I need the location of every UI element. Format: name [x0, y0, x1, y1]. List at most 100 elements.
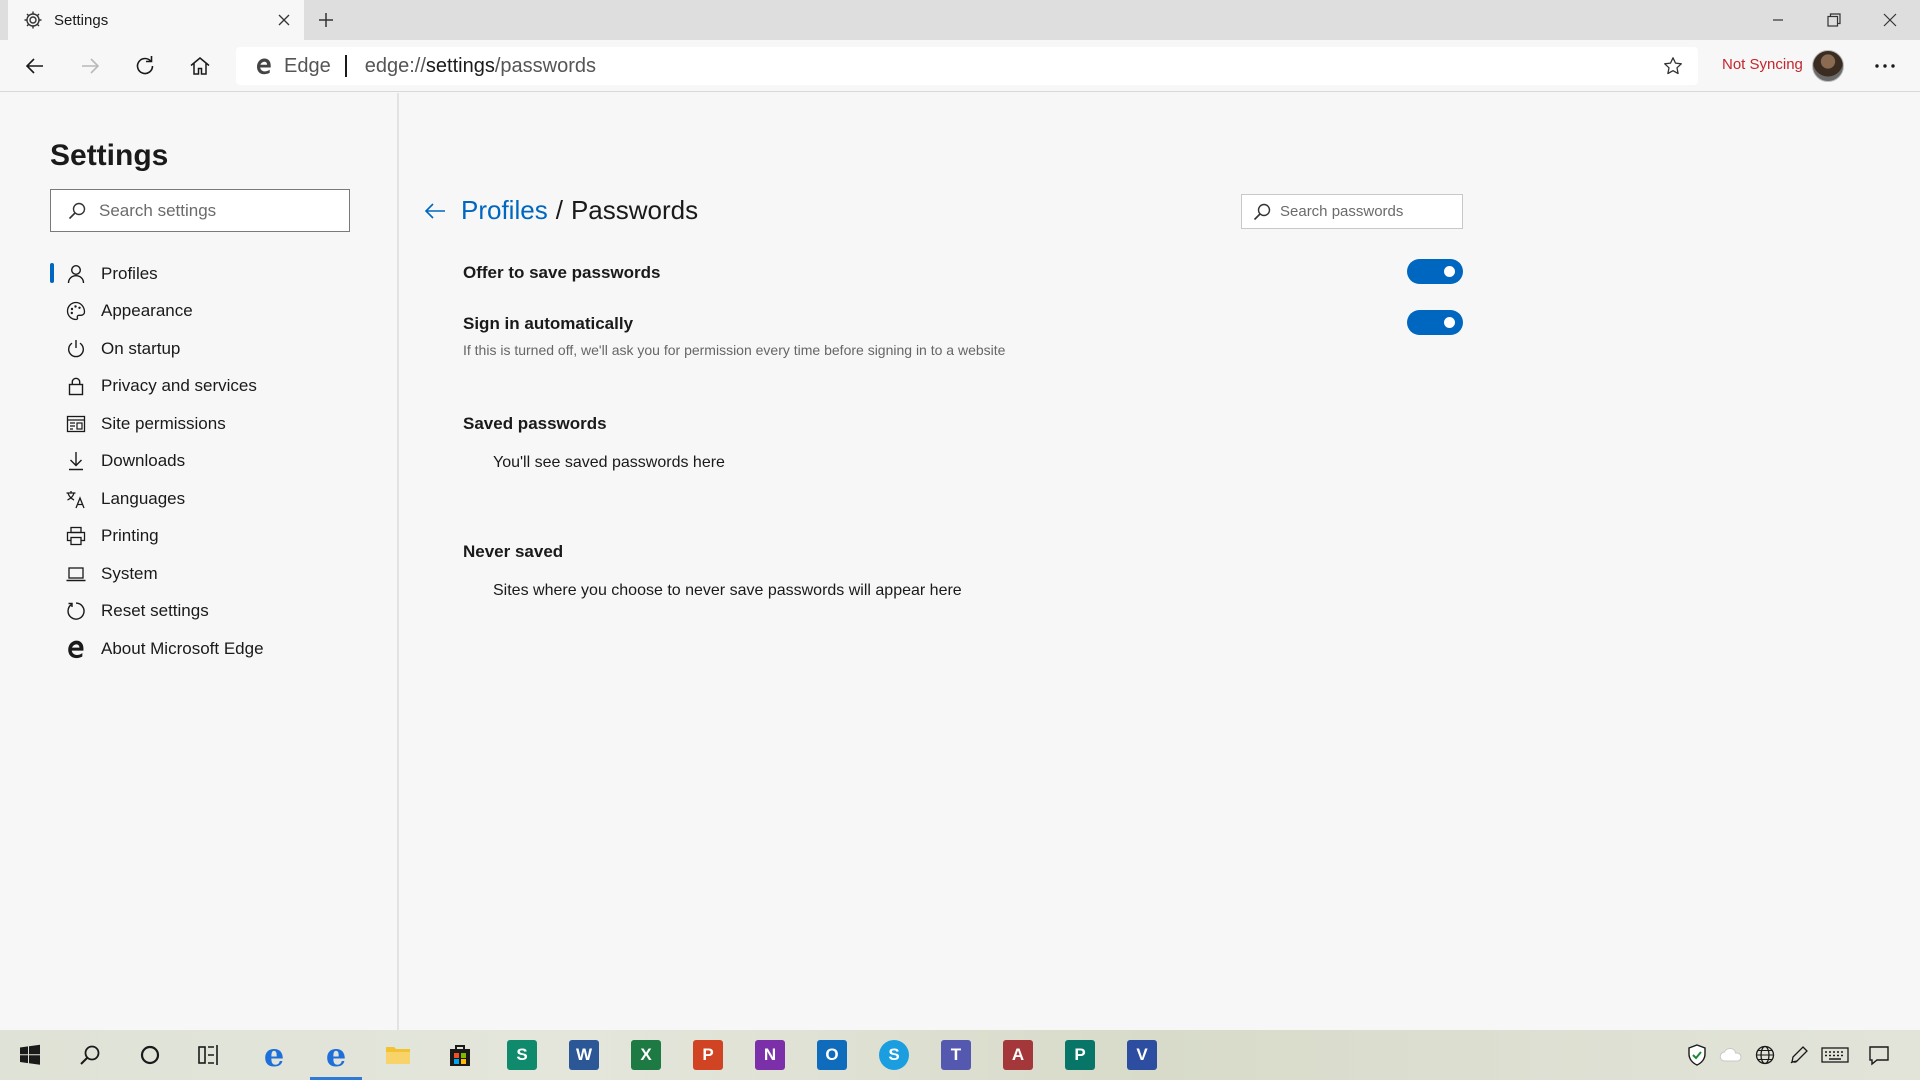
site-permissions-icon [64, 412, 88, 436]
power-icon [64, 337, 88, 361]
favorite-star-icon[interactable] [1662, 55, 1684, 77]
reset-icon [64, 599, 88, 623]
settings-search-input[interactable] [99, 200, 339, 221]
settings-search-box[interactable] [50, 189, 350, 232]
languages-icon [64, 487, 88, 511]
close-tab-icon[interactable] [270, 6, 298, 34]
file-explorer-taskbar-button[interactable] [368, 1030, 428, 1080]
sidebar-item-site-permissions[interactable]: Site permissions [50, 405, 380, 443]
store-icon [445, 1040, 475, 1070]
password-search-box[interactable] [1241, 194, 1463, 229]
toggle-knob [1444, 317, 1455, 328]
sidebar-item-label: System [101, 563, 158, 583]
teams-taskbar-button[interactable]: T [926, 1030, 986, 1080]
sidebar-item-system[interactable]: System [50, 555, 380, 593]
notifications-icon[interactable] [1862, 1030, 1896, 1080]
person-icon [64, 262, 88, 286]
powerpoint-taskbar-button[interactable]: P [678, 1030, 738, 1080]
offer-save-toggle[interactable] [1407, 259, 1463, 284]
publisher-taskbar-button[interactable]: P [1050, 1030, 1110, 1080]
url-text[interactable]: edge://settings/passwords [365, 55, 596, 78]
settings-nav-list: Profiles Appearance On startup Privacy a… [50, 255, 380, 668]
outlook-taskbar-button[interactable]: O [802, 1030, 862, 1080]
refresh-button[interactable] [127, 48, 163, 84]
lock-icon [64, 374, 88, 398]
sidebar-item-profiles[interactable]: Profiles [50, 255, 380, 293]
sidebar-item-label: Appearance [101, 301, 193, 321]
sidebar-item-appearance[interactable]: Appearance [50, 293, 380, 331]
security-shield-icon[interactable] [1680, 1030, 1714, 1080]
tab-title: Settings [54, 11, 109, 29]
site-identity-label: Edge [284, 54, 331, 77]
sign-in-auto-label: Sign in automatically [463, 314, 634, 333]
sidebar-item-languages[interactable]: Languages [50, 480, 380, 518]
teams-icon: T [941, 1040, 971, 1070]
sync-status[interactable]: Not Syncing [1722, 56, 1803, 73]
skype-taskbar-button[interactable]: S [864, 1030, 924, 1080]
edge-icon: e [325, 1036, 347, 1074]
edge-logo-icon [254, 56, 274, 76]
back-arrow-icon[interactable] [421, 197, 449, 225]
restore-button[interactable] [1806, 0, 1862, 40]
network-globe-icon[interactable] [1748, 1030, 1782, 1080]
more-options-icon[interactable] [1866, 48, 1904, 84]
excel-taskbar-button[interactable]: X [616, 1030, 676, 1080]
breadcrumb-separator: / [555, 195, 563, 225]
access-taskbar-button[interactable]: A [988, 1030, 1048, 1080]
toggle-knob [1444, 266, 1455, 277]
store-taskbar-button[interactable] [430, 1030, 490, 1080]
profile-avatar[interactable] [1812, 50, 1844, 82]
sidebar-item-label: Reset settings [101, 601, 209, 621]
back-button[interactable] [17, 48, 53, 84]
edge-legacy-taskbar-button[interactable]: e [244, 1030, 304, 1080]
breadcrumb-profiles-link[interactable]: Profiles [461, 195, 548, 225]
new-tab-button[interactable] [312, 6, 340, 34]
passwords-page: Profiles/Passwords Offer to save passwor… [401, 93, 1920, 1030]
sign-in-auto-description: If this is turned off, we'll ask you for… [463, 342, 1006, 358]
start-button[interactable] [0, 1030, 60, 1080]
keyboard-icon[interactable] [1818, 1030, 1852, 1080]
sidebar-item-label: Site permissions [101, 413, 226, 433]
home-button[interactable] [182, 48, 218, 84]
sidebar-item-label: Languages [101, 488, 186, 508]
sidebar-item-label: Profiles [101, 263, 158, 283]
forward-button[interactable] [72, 48, 108, 84]
visio-taskbar-button[interactable]: V [1112, 1030, 1172, 1080]
search-button[interactable] [60, 1030, 120, 1080]
excel-icon: X [631, 1040, 661, 1070]
visio-icon: V [1127, 1040, 1157, 1070]
sidebar-item-downloads[interactable]: Downloads [50, 443, 380, 481]
sidebar-item-label: On startup [101, 338, 181, 358]
onenote-taskbar-button[interactable]: N [740, 1030, 800, 1080]
sidebar-item-about[interactable]: About Microsoft Edge [50, 630, 380, 668]
sidebar-item-label: About Microsoft Edge [101, 638, 264, 658]
word-taskbar-button[interactable]: W [554, 1030, 614, 1080]
password-search-input[interactable] [1280, 203, 1460, 220]
sidebar-item-reset[interactable]: Reset settings [50, 593, 380, 631]
close-window-button[interactable] [1862, 0, 1918, 40]
sidebar-item-label: Printing [101, 526, 159, 546]
sidebar-item-on-startup[interactable]: On startup [50, 330, 380, 368]
word-icon: W [569, 1040, 599, 1070]
address-bar[interactable]: Edge edge://settings/passwords [236, 47, 1698, 85]
minimize-button[interactable] [1750, 0, 1806, 40]
sway-taskbar-button[interactable]: S [492, 1030, 552, 1080]
title-bar: Settings [0, 0, 1920, 40]
pen-icon[interactable] [1782, 1030, 1816, 1080]
saved-passwords-empty: You'll see saved passwords here [493, 454, 725, 471]
sidebar-item-label: Privacy and services [101, 376, 257, 396]
search-icon [1252, 202, 1272, 222]
laptop-icon [64, 562, 88, 586]
sign-in-auto-toggle[interactable] [1407, 310, 1463, 335]
tab-settings[interactable]: Settings [8, 0, 304, 40]
task-view-icon[interactable] [180, 1030, 240, 1080]
edge-taskbar-button[interactable]: e [306, 1030, 366, 1080]
search-icon [67, 201, 87, 221]
cortana-icon[interactable] [120, 1030, 180, 1080]
saved-passwords-heading: Saved passwords [463, 414, 607, 433]
onedrive-icon[interactable] [1714, 1030, 1748, 1080]
sidebar-item-printing[interactable]: Printing [50, 518, 380, 556]
edge-legacy-icon: e [263, 1036, 285, 1074]
publisher-icon: P [1065, 1040, 1095, 1070]
sidebar-item-privacy[interactable]: Privacy and services [50, 368, 380, 406]
